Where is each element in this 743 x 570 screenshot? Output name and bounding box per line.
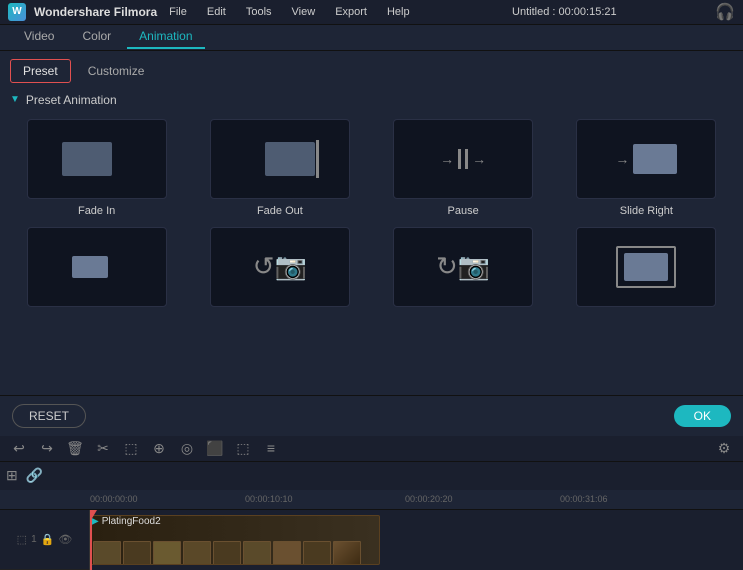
menu-view[interactable]: View: [288, 4, 320, 20]
anim-label-fade-out: Fade Out: [257, 205, 303, 217]
anim-label-fade-in: Fade In: [78, 205, 115, 217]
collapse-arrow-icon[interactable]: ▼: [10, 94, 20, 105]
adjust-icon[interactable]: ≡: [260, 437, 282, 459]
animation-panel: Preset Customize ▼ Preset Animation Fade…: [0, 51, 743, 436]
lock-icon[interactable]: 🔒: [41, 533, 55, 546]
toolbar: ↩ ↪ 🗑 ✂ ⬚ ⊕ ◎ ⬛ ⬚ ≡ ⚙: [0, 436, 743, 462]
anim-card-6[interactable]: ↺📷: [193, 227, 366, 313]
animation-grid: Fade In Fade Out → →: [10, 119, 733, 313]
anim-thumb-5: [27, 227, 167, 307]
rotate2-icon: ↻📷: [436, 251, 490, 282]
clip-frame: [273, 541, 301, 565]
subtab-customize[interactable]: Customize: [75, 59, 158, 83]
arrow-left-icon: →: [440, 151, 454, 167]
timeline-snap-icon[interactable]: ⊞: [6, 467, 18, 484]
timeline-controls: ⊞ 🔗: [0, 462, 743, 490]
crop-icon[interactable]: ⬚: [120, 437, 142, 459]
app-name: Wondershare Filmora: [34, 5, 157, 19]
timeline: ⊞ 🔗 00:00:00:00 00:00:10:10 00:00:20:20 …: [0, 462, 743, 570]
menu-bar: File Edit Tools View Export Help: [165, 4, 413, 20]
clip-frame: [213, 541, 241, 565]
reset-button[interactable]: RESET: [12, 404, 86, 428]
menu-tools[interactable]: Tools: [242, 4, 276, 20]
anim-card-5[interactable]: [10, 227, 183, 313]
clip-frame: [243, 541, 271, 565]
rotate-icon[interactable]: ◎: [176, 437, 198, 459]
headphone-icon: 🎧: [715, 2, 735, 22]
track-label-video: ⬚ 1 🔒 👁: [0, 510, 89, 570]
subtab-preset[interactable]: Preset: [10, 59, 71, 83]
clip-frame: [93, 541, 121, 565]
subtab-bar: Preset Customize: [0, 51, 743, 83]
clip-frame: [183, 541, 211, 565]
ruler-time-0: 00:00:00:00: [90, 494, 138, 504]
eye-icon[interactable]: 👁: [58, 533, 72, 546]
menu-export[interactable]: Export: [331, 4, 371, 20]
timeline-ruler: 00:00:00:00 00:00:10:10 00:00:20:20 00:0…: [0, 490, 743, 510]
menu-help[interactable]: Help: [383, 4, 414, 20]
anim-thumb-fade-out: [210, 119, 350, 199]
clip-frames: [91, 541, 379, 565]
track-labels: ⬚ 1 🔒 👁: [0, 510, 90, 570]
app-logo: W: [8, 3, 26, 21]
anim-thumb-6: ↺📷: [210, 227, 350, 307]
ruler-time-3: 00:00:31:06: [560, 494, 608, 504]
arrow-right-icon: →: [472, 151, 486, 167]
anim-card-pause[interactable]: → → Pause: [377, 119, 550, 217]
anim-card-slide-right[interactable]: → Slide Right: [560, 119, 733, 217]
ruler-time-1: 00:00:10:10: [245, 494, 293, 504]
settings-icon[interactable]: ⚙: [713, 437, 735, 459]
rotate-icon: ↺📷: [253, 251, 307, 282]
anim-card-7[interactable]: ↻📷: [377, 227, 550, 313]
preset-section: ▼ Preset Animation Fade In: [0, 83, 743, 395]
anim-label-slide-right: Slide Right: [620, 205, 673, 217]
panel-footer: RESET OK: [0, 395, 743, 436]
tab-animation[interactable]: Animation: [127, 25, 204, 49]
anim-card-8[interactable]: [560, 227, 733, 313]
redo-icon[interactable]: ↪: [36, 437, 58, 459]
zoom-in-icon[interactable]: ⊕: [148, 437, 170, 459]
clip-frame: [153, 541, 181, 565]
anim-thumb-fade-in: [27, 119, 167, 199]
anim-thumb-slide-right: →: [576, 119, 716, 199]
ruler-track: 00:00:00:00 00:00:10:10 00:00:20:20 00:0…: [90, 490, 743, 509]
timeline-content: ⬚ 1 🔒 👁 ▶ PlatingFood2: [0, 510, 743, 570]
ok-button[interactable]: OK: [674, 405, 731, 427]
delete-icon[interactable]: 🗑: [64, 437, 86, 459]
playhead[interactable]: [90, 510, 92, 570]
video-clip[interactable]: ▶ PlatingFood2: [90, 515, 380, 565]
undo-icon[interactable]: ↩: [8, 437, 30, 459]
tab-video[interactable]: Video: [12, 25, 66, 49]
timeline-link-icon[interactable]: 🔗: [26, 467, 43, 484]
menu-file[interactable]: File: [165, 4, 191, 20]
main-tabbar: Video Color Animation: [0, 25, 743, 51]
clip-frame: [303, 541, 331, 565]
anim-card-fade-out[interactable]: Fade Out: [193, 119, 366, 217]
anim-thumb-8: [576, 227, 716, 307]
slide-arrow-icon: →: [615, 151, 629, 167]
clip-title: ▶ PlatingFood2: [91, 516, 379, 527]
clip-frame: [123, 541, 151, 565]
frame-icon[interactable]: ⬚: [232, 437, 254, 459]
anim-card-fade-in[interactable]: Fade In: [10, 119, 183, 217]
title-text: Untitled : 00:00:15:21: [512, 6, 617, 18]
mask-icon[interactable]: ⬛: [204, 437, 226, 459]
anim-thumb-pause: → →: [393, 119, 533, 199]
clip-frame: [333, 541, 361, 565]
ruler-time-2: 00:00:20:20: [405, 494, 453, 504]
cut-icon[interactable]: ✂: [92, 437, 114, 459]
section-header: ▼ Preset Animation: [10, 93, 733, 107]
titlebar: W Wondershare Filmora File Edit Tools Vi…: [0, 0, 743, 25]
titlebar-left: W Wondershare Filmora File Edit Tools Vi…: [8, 3, 414, 21]
anim-thumb-7: ↻📷: [393, 227, 533, 307]
track-area: ▶ PlatingFood2: [90, 510, 743, 570]
menu-edit[interactable]: Edit: [203, 4, 230, 20]
anim-label-pause: Pause: [448, 205, 479, 217]
tab-color[interactable]: Color: [70, 25, 123, 49]
section-title: Preset Animation: [26, 93, 117, 107]
